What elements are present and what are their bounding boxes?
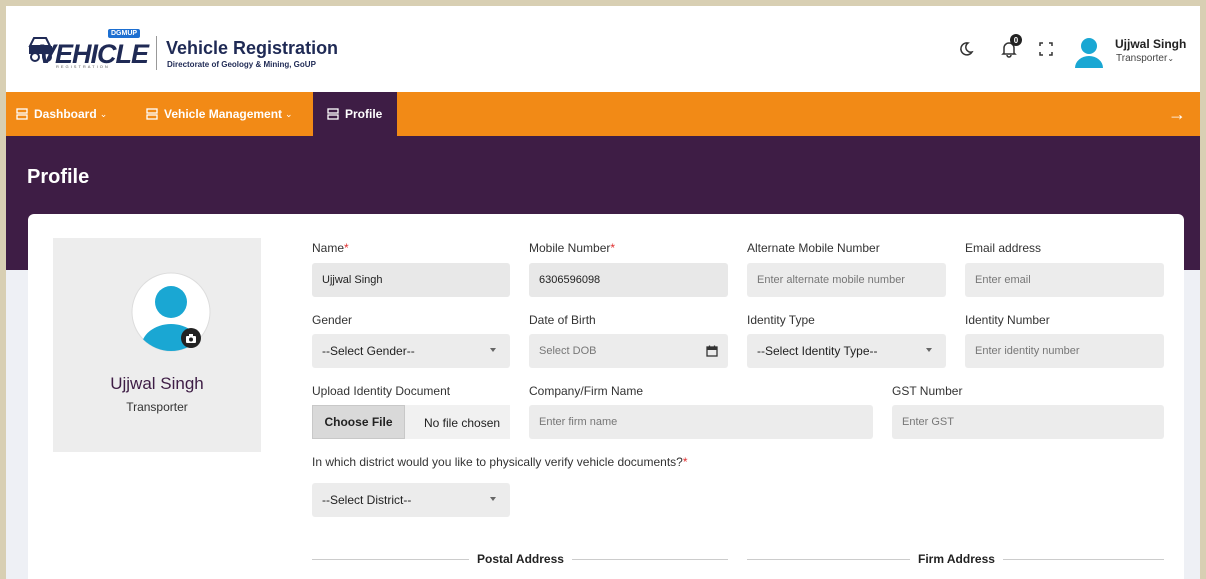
user-avatar[interactable]: [1073, 36, 1105, 68]
email-field[interactable]: Enter email: [965, 263, 1164, 297]
dob-placeholder: Select DOB: [539, 345, 597, 357]
main-nav: Dashboard ⌄ Vehicle Management ⌄ Profile…: [6, 92, 1200, 136]
postal-address-heading: Postal Address: [469, 552, 572, 566]
app-title: Vehicle Registration: [166, 38, 339, 58]
firm-name-field[interactable]: Enter firm name: [529, 405, 873, 439]
user-role-dropdown[interactable]: Transporter⌄: [1116, 53, 1174, 64]
identity-type-select[interactable]: --Select Identity Type--: [747, 334, 946, 368]
caret-down-icon: [926, 348, 932, 352]
camera-icon[interactable]: [181, 328, 201, 348]
page-title: Profile: [27, 166, 90, 188]
gst-label: GST Number: [892, 384, 963, 398]
calendar-icon[interactable]: [696, 334, 728, 368]
dob-label: Date of Birth: [529, 313, 596, 327]
alt-mobile-label: Alternate Mobile Number: [747, 241, 880, 255]
user-name[interactable]: Ujjwal Singh: [1115, 37, 1186, 51]
choose-file-button[interactable]: Choose File: [312, 405, 405, 439]
header-divider: [156, 36, 157, 70]
chevron-down-icon: ⌄: [285, 108, 293, 119]
theme-toggle-moon-icon[interactable]: [953, 36, 979, 62]
identity-number-label: Identity Number: [965, 313, 1050, 327]
nav-label: Vehicle Management: [164, 107, 283, 121]
district-select[interactable]: --Select District--: [312, 483, 510, 517]
app-subtitle: Directorate of Geology & Mining, GoUP: [167, 60, 316, 69]
name-label: Name*: [312, 241, 349, 255]
gender-select[interactable]: --Select Gender--: [312, 334, 510, 368]
server-icon: [327, 108, 339, 120]
profile-name: Ujjwal Singh: [110, 374, 204, 393]
logo-badge: DGMUP: [108, 29, 141, 38]
server-icon: [146, 108, 158, 120]
mobile-field[interactable]: 6306596098: [529, 263, 728, 297]
upload-label: Upload Identity Document: [312, 384, 451, 398]
profile-role: Transporter: [126, 400, 188, 414]
app-window: DGMUP VEHICLE REGISTRATION Vehicle Regis…: [6, 6, 1200, 579]
profile-summary: Ujjwal Singh Transporter: [53, 238, 261, 452]
fullscreen-icon[interactable]: [1033, 36, 1059, 62]
notification-count: 0: [1010, 34, 1022, 46]
gender-value: --Select Gender--: [322, 344, 415, 358]
identity-number-field[interactable]: Enter identity number: [965, 334, 1164, 368]
logo[interactable]: DGMUP VEHICLE REGISTRATION: [28, 26, 152, 72]
file-status: No file chosen: [424, 416, 501, 430]
logo-sub: REGISTRATION: [56, 64, 110, 69]
nav-item-vehicle-management[interactable]: Vehicle Management ⌄: [146, 92, 306, 136]
firm-address-heading: Firm Address: [910, 552, 1003, 566]
notification-bell-icon[interactable]: 0: [996, 34, 1022, 62]
alt-mobile-field[interactable]: Enter alternate mobile number: [747, 263, 946, 297]
name-field[interactable]: Ujjwal Singh: [312, 263, 510, 297]
nav-item-profile[interactable]: Profile: [313, 92, 397, 136]
top-header: DGMUP VEHICLE REGISTRATION Vehicle Regis…: [6, 6, 1200, 92]
file-upload: Choose File No file chosen: [312, 405, 510, 439]
identity-type-label: Identity Type: [747, 313, 815, 327]
nav-label: Dashboard: [34, 107, 97, 121]
email-label: Email address: [965, 241, 1042, 255]
user-role: Transporter: [1116, 53, 1168, 64]
gender-label: Gender: [312, 313, 353, 327]
chevron-down-icon: ⌄: [1167, 54, 1175, 63]
district-value: --Select District--: [322, 493, 412, 507]
mobile-label: Mobile Number*: [529, 241, 616, 255]
caret-down-icon: [490, 348, 496, 352]
nav-item-dashboard[interactable]: Dashboard ⌄: [16, 92, 126, 136]
identity-type-value: --Select Identity Type--: [757, 344, 878, 358]
dob-field[interactable]: Select DOB: [529, 334, 728, 368]
server-icon: [16, 108, 28, 120]
nav-label: Profile: [345, 107, 383, 121]
firm-name-label: Company/Firm Name: [529, 384, 644, 398]
arrow-right-icon[interactable]: →: [1168, 104, 1186, 125]
caret-down-icon: [490, 497, 496, 501]
chevron-down-icon: ⌄: [99, 108, 108, 119]
gst-field[interactable]: Enter GST: [892, 405, 1164, 439]
district-label: In which district would you like to phys…: [312, 455, 688, 469]
